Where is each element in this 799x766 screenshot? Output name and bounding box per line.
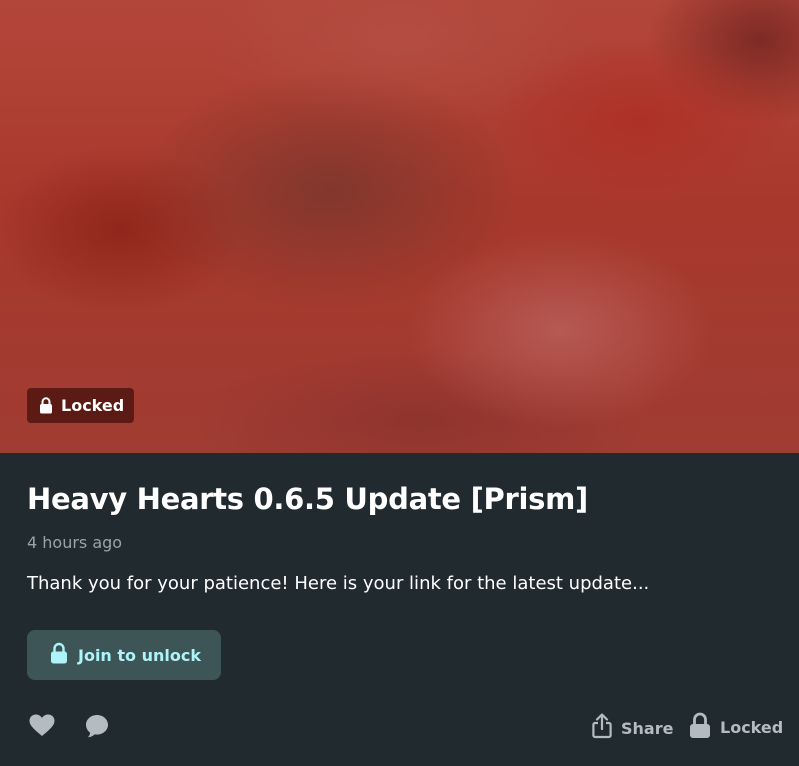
like-button[interactable] xyxy=(29,714,55,741)
share-icon xyxy=(592,713,612,743)
comment-icon xyxy=(85,714,109,742)
post-card: Locked Heavy Hearts 0.6.5 Update [Prism]… xyxy=(0,0,799,766)
lock-icon xyxy=(50,642,68,668)
lock-icon xyxy=(689,712,711,743)
post-title[interactable]: Heavy Hearts 0.6.5 Update [Prism] xyxy=(27,482,588,516)
locked-label: Locked xyxy=(720,718,784,737)
heart-icon xyxy=(29,714,55,741)
locked-status: Locked xyxy=(689,712,783,743)
comment-button[interactable] xyxy=(85,714,109,742)
lock-icon xyxy=(39,397,53,414)
join-to-unlock-label: Join to unlock xyxy=(78,645,201,665)
join-to-unlock-button[interactable]: Join to unlock xyxy=(27,630,221,680)
post-timestamp[interactable]: 4 hours ago xyxy=(27,533,122,552)
blurred-cover-image[interactable]: Locked xyxy=(0,0,799,453)
locked-badge-label: Locked xyxy=(61,396,125,415)
post-teaser-text: Thank you for your patience! Here is you… xyxy=(27,573,650,594)
locked-badge: Locked xyxy=(27,388,135,423)
share-button[interactable]: Share xyxy=(592,713,673,743)
share-label: Share xyxy=(621,718,674,738)
